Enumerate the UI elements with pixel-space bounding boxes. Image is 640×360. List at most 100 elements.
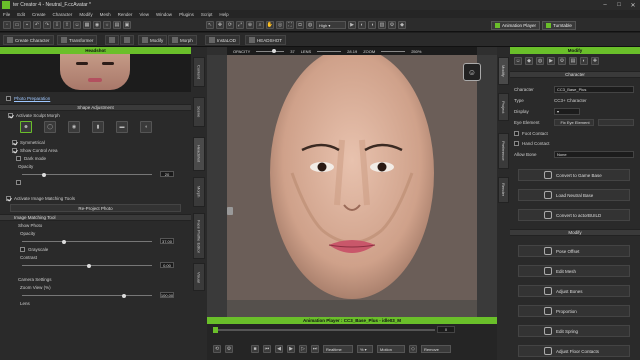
scale-icon[interactable]: ⤢ bbox=[236, 21, 244, 29]
face-shape-icon[interactable]: ☻ bbox=[20, 121, 32, 133]
tab-preference[interactable]: Preference bbox=[498, 133, 509, 169]
menu-render[interactable]: Render bbox=[118, 12, 133, 17]
quality-dropdown[interactable]: High ▾ bbox=[316, 21, 346, 29]
tab-face-profile-editor[interactable]: Face Profile Editor bbox=[193, 213, 205, 259]
activate-sculpt-row[interactable]: Activate Sculpt Morph bbox=[0, 111, 191, 119]
menu-edit[interactable]: Edit bbox=[17, 12, 25, 17]
vp-opacity-slider[interactable] bbox=[256, 49, 285, 53]
tool-button-b[interactable] bbox=[120, 35, 134, 45]
headshot-button[interactable]: HEADSHOT bbox=[245, 35, 287, 45]
edit-spring-button[interactable]: Edit Spring bbox=[518, 325, 630, 337]
morph-tool-button[interactable]: Morph bbox=[168, 35, 197, 45]
tab-render[interactable]: Render bbox=[498, 177, 509, 203]
fit-view-icon[interactable]: ⛶ bbox=[286, 21, 294, 29]
render-icon[interactable]: ▶ bbox=[348, 21, 356, 29]
attribute-icon[interactable]: ▤ bbox=[569, 57, 577, 65]
ear-icon[interactable]: ◖ bbox=[140, 121, 152, 133]
zoom-slider[interactable] bbox=[22, 293, 152, 298]
menu-create[interactable]: Create bbox=[32, 12, 46, 17]
tab-visual[interactable]: Visual bbox=[193, 263, 205, 291]
menu-mesh[interactable]: Mesh bbox=[100, 12, 111, 17]
viewport-side-handle[interactable] bbox=[227, 207, 233, 215]
menu-script[interactable]: Script bbox=[201, 12, 213, 17]
foot-contact-checkbox[interactable] bbox=[514, 131, 519, 136]
timeline-knob[interactable] bbox=[213, 327, 218, 333]
layout-icon[interactable]: ▦ bbox=[83, 21, 91, 29]
frame-counter[interactable]: 0 bbox=[437, 326, 455, 333]
light-icon[interactable]: ☼ bbox=[103, 21, 111, 29]
maximize-icon[interactable]: □ bbox=[612, 0, 626, 10]
pan-icon[interactable]: ✋ bbox=[266, 21, 274, 29]
grid-icon[interactable]: ▤ bbox=[113, 21, 121, 29]
vp-zoom-slider[interactable] bbox=[381, 50, 406, 52]
dark-mode-row[interactable]: Dark mode bbox=[0, 154, 191, 162]
tab-content[interactable]: Content bbox=[193, 57, 205, 87]
screenshot-icon[interactable]: ▣ bbox=[123, 21, 131, 29]
load-neutral-base-button[interactable]: Load Neutral Base bbox=[518, 189, 630, 201]
material-icon[interactable]: ◆ bbox=[525, 57, 533, 65]
head-orientation-icon[interactable]: ☺ bbox=[463, 63, 481, 81]
loop-icon[interactable]: ⟲ bbox=[213, 345, 221, 353]
character-icon[interactable]: ☺ bbox=[73, 21, 81, 29]
physics-icon[interactable]: ⚙ bbox=[558, 57, 566, 65]
menu-window[interactable]: Window bbox=[156, 12, 172, 17]
turntable-button[interactable]: Turntable bbox=[542, 20, 576, 30]
menu-character[interactable]: Character bbox=[53, 12, 73, 17]
display-dropdown[interactable]: ▾ bbox=[554, 108, 580, 115]
tab-scene[interactable]: Scene bbox=[193, 97, 205, 127]
convert-actorbuild-button[interactable]: Convert to actorBUILD bbox=[518, 209, 630, 221]
3d-viewport[interactable]: OPACITY 37 LENS 28.19 ZOOM 250% ☺ bbox=[207, 47, 497, 317]
eye-icon[interactable]: ◉ bbox=[68, 121, 80, 133]
grayscale-row[interactable]: Grayscale bbox=[0, 245, 191, 253]
opacity2-slider[interactable] bbox=[22, 239, 152, 244]
redo-icon[interactable]: ↷ bbox=[43, 21, 51, 29]
opacity-slider-knob[interactable] bbox=[42, 172, 46, 177]
grayscale-checkbox[interactable] bbox=[20, 246, 25, 252]
opacity2-slider-knob[interactable] bbox=[62, 239, 66, 244]
animation-player-button[interactable]: Animation Player bbox=[491, 20, 541, 30]
hand-contact-checkbox[interactable] bbox=[514, 141, 519, 146]
tab-project[interactable]: Project bbox=[498, 93, 509, 121]
camera-view-icon[interactable]: ◘ bbox=[296, 21, 304, 29]
zoom-value[interactable]: 100.00 bbox=[160, 292, 174, 298]
orbit-icon[interactable]: ◎ bbox=[276, 21, 284, 29]
rotate-icon[interactable]: ⟳ bbox=[226, 21, 234, 29]
foot-contact-row[interactable]: Foot Contact bbox=[514, 131, 548, 136]
camera-icon[interactable]: ◉ bbox=[93, 21, 101, 29]
image-matching-tool-header[interactable]: Image Matching Tool bbox=[0, 214, 191, 221]
new-file-icon[interactable]: ▫ bbox=[3, 21, 11, 29]
activate-matching-checkbox[interactable] bbox=[6, 195, 11, 201]
photo-preparation-row[interactable]: Photo Preparation bbox=[0, 94, 191, 102]
realtime-dropdown[interactable]: Realtime bbox=[323, 345, 353, 353]
play-icon[interactable]: ▶ bbox=[287, 345, 295, 353]
show-control-area-checkbox[interactable] bbox=[12, 147, 17, 153]
morph-icon[interactable]: ◍ bbox=[536, 57, 544, 65]
rig-icon[interactable]: ⚙ bbox=[388, 21, 396, 29]
photo-preparation-checkbox[interactable] bbox=[6, 95, 11, 101]
menu-view[interactable]: View bbox=[139, 12, 149, 17]
zoom-icon[interactable]: ⌕ bbox=[256, 21, 264, 29]
go-end-icon[interactable]: ⏭ bbox=[311, 345, 319, 353]
prev-frame-icon[interactable]: ◀ bbox=[275, 345, 283, 353]
minimize-icon[interactable]: – bbox=[598, 0, 612, 10]
menu-modify[interactable]: Modify bbox=[79, 12, 92, 17]
pose-offset-button[interactable]: Pose Offset bbox=[518, 245, 630, 257]
move-icon[interactable]: ✥ bbox=[216, 21, 224, 29]
contrast-value[interactable]: 0.00 bbox=[160, 262, 174, 268]
activate-sculpt-checkbox[interactable] bbox=[8, 112, 13, 118]
shadow-icon[interactable]: ◑ bbox=[368, 21, 376, 29]
tab-morph[interactable]: Morph bbox=[193, 177, 205, 207]
wireframe-icon[interactable]: ▥ bbox=[378, 21, 386, 29]
fix-eye-element-button[interactable]: Fix Eye Element bbox=[554, 119, 594, 126]
contrast-slider[interactable] bbox=[22, 263, 152, 268]
stop-icon[interactable]: ■ bbox=[251, 345, 259, 353]
symmetrical-row[interactable]: Symmetrical bbox=[0, 138, 191, 146]
menu-help[interactable]: Help bbox=[219, 12, 228, 17]
adjust-floor-contacts-button[interactable]: Adjust Floor Contacts bbox=[518, 345, 630, 357]
skin-icon[interactable]: ◐ bbox=[580, 57, 588, 65]
menu-plugins[interactable]: Plugins bbox=[179, 12, 194, 17]
create-character-button[interactable]: Create Character bbox=[3, 35, 54, 45]
percent-dropdown[interactable]: % ▾ bbox=[357, 345, 373, 353]
activate-matching-row[interactable]: Activate Image Matching Tools bbox=[0, 194, 191, 202]
menu-file[interactable]: File bbox=[3, 12, 10, 17]
